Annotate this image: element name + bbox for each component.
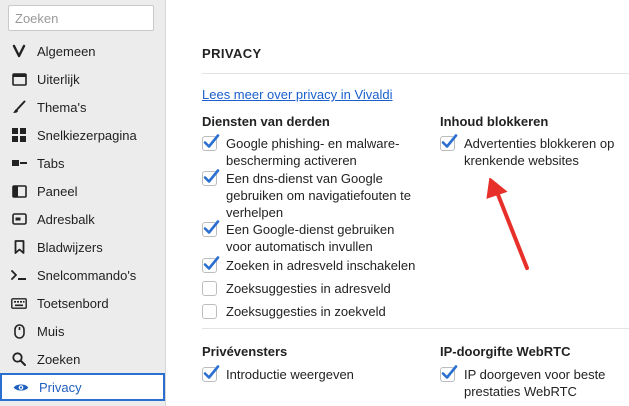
checkbox-unchecked[interactable] bbox=[202, 281, 217, 296]
option-webrtc-ip[interactable]: IP doorgeven voor beste prestaties WebRT… bbox=[440, 365, 625, 400]
sidebar-item-muis[interactable]: Muis bbox=[0, 317, 166, 345]
sidebar-item-toetsenbord[interactable]: Toetsenbord bbox=[0, 289, 166, 317]
sidebar-item-label: Adresbalk bbox=[37, 211, 95, 227]
brush-icon bbox=[11, 99, 27, 115]
sidebar-item-zoeken[interactable]: Zoeken bbox=[0, 345, 166, 373]
checkbox-checked[interactable] bbox=[440, 134, 458, 151]
option-addressbar-suggestions[interactable]: Zoeksuggesties in adresveld bbox=[202, 280, 442, 297]
webrtc-title: IP-doorgifte WebRTC bbox=[440, 344, 571, 359]
sidebar-item-themas[interactable]: Thema's bbox=[0, 93, 166, 121]
option-label: Advertenties blokkeren op krenkende webs… bbox=[464, 136, 615, 168]
option-label: Introductie weergeven bbox=[226, 367, 354, 382]
settings-search-input[interactable] bbox=[8, 5, 154, 31]
option-google-dns[interactable]: Een dns-dienst van Google gebruiken om n… bbox=[202, 169, 422, 221]
sidebar-item-snelcommandos[interactable]: Snelcommando's bbox=[0, 261, 166, 289]
keyboard-icon bbox=[11, 295, 27, 311]
divider bbox=[202, 328, 629, 329]
settings-content: PRIVACY Lees meer over privacy in Vivald… bbox=[167, 0, 629, 406]
annotation-arrow bbox=[486, 178, 529, 270]
sidebar-item-label: Paneel bbox=[37, 183, 78, 199]
option-label: Zoeksuggesties in zoekveld bbox=[226, 304, 386, 319]
settings-nav: Algemeen Uiterlijk Thema's Snelkiezerpag… bbox=[0, 37, 166, 401]
sidebar-item-paneel[interactable]: Paneel bbox=[0, 177, 166, 205]
window-icon bbox=[11, 71, 27, 87]
option-addressbar-search[interactable]: Zoeken in adresveld inschakelen bbox=[202, 256, 442, 274]
sidebar-item-label: Snelcommando's bbox=[37, 267, 137, 283]
third-party-services-title: Diensten van derden bbox=[202, 114, 330, 129]
sidebar-item-privacy[interactable]: Privacy bbox=[0, 373, 165, 401]
search-icon bbox=[11, 351, 27, 367]
page-title: PRIVACY bbox=[202, 46, 262, 61]
sidebar-item-algemeen[interactable]: Algemeen bbox=[0, 37, 166, 65]
checkbox-checked[interactable] bbox=[202, 134, 220, 151]
option-label: Zoeksuggesties in adresveld bbox=[226, 281, 391, 296]
eye-icon bbox=[13, 379, 29, 395]
option-block-ads[interactable]: Advertenties blokkeren op krenkende webs… bbox=[440, 134, 625, 169]
option-label: Een dns-dienst van Google gebruiken om n… bbox=[226, 171, 412, 220]
checkbox-checked[interactable] bbox=[202, 256, 220, 273]
option-show-introduction[interactable]: Introductie weergeven bbox=[202, 365, 422, 383]
sidebar-item-label: Zoeken bbox=[37, 351, 81, 367]
panel-icon bbox=[11, 183, 27, 199]
sidebar-item-label: Bladwijzers bbox=[37, 239, 103, 255]
divider bbox=[202, 73, 629, 74]
sidebar-item-label: Snelkiezerpagina bbox=[37, 127, 137, 143]
sidebar-item-label: Uiterlijk bbox=[37, 71, 80, 87]
sidebar-item-label: Muis bbox=[37, 323, 65, 339]
privacy-info-link[interactable]: Lees meer over privacy in Vivaldi bbox=[202, 87, 393, 102]
option-searchfield-suggestions[interactable]: Zoeksuggesties in zoekveld bbox=[202, 303, 442, 320]
sidebar-item-tabs[interactable]: Tabs bbox=[0, 149, 166, 177]
checkbox-checked[interactable] bbox=[202, 220, 220, 237]
option-label: Zoeken in adresveld inschakelen bbox=[226, 258, 416, 273]
sidebar-item-label: Privacy bbox=[39, 379, 82, 395]
sidebar-item-label: Algemeen bbox=[37, 43, 96, 59]
sidebar-item-adresbalk[interactable]: Adresbalk bbox=[0, 205, 166, 233]
option-google-autofill[interactable]: Een Google-dienst gebruiken voor automat… bbox=[202, 220, 417, 255]
addressbar-icon bbox=[11, 211, 27, 227]
content-blocking-title: Inhoud blokkeren bbox=[440, 114, 549, 129]
checkbox-unchecked[interactable] bbox=[202, 304, 217, 319]
checkbox-checked[interactable] bbox=[440, 365, 458, 382]
sidebar-item-label: Tabs bbox=[37, 155, 65, 171]
option-phishing-protection[interactable]: Google phishing- en malware-bescherming … bbox=[202, 134, 417, 169]
checkbox-checked[interactable] bbox=[202, 169, 220, 186]
sidebar-item-label: Thema's bbox=[37, 99, 87, 115]
settings-sidebar: Algemeen Uiterlijk Thema's Snelkiezerpag… bbox=[0, 0, 166, 406]
command-icon bbox=[11, 267, 27, 283]
sidebar-item-uiterlijk[interactable]: Uiterlijk bbox=[0, 65, 166, 93]
option-label: Google phishing- en malware-bescherming … bbox=[226, 136, 400, 168]
tabs-icon bbox=[11, 155, 27, 171]
sidebar-item-snelkiezerpagina[interactable]: Snelkiezerpagina bbox=[0, 121, 166, 149]
bookmark-icon bbox=[11, 239, 27, 255]
option-label: Een Google-dienst gebruiken voor automat… bbox=[226, 222, 395, 254]
vivaldi-v-icon bbox=[11, 43, 27, 59]
sidebar-item-bladwijzers[interactable]: Bladwijzers bbox=[0, 233, 166, 261]
mouse-icon bbox=[11, 323, 27, 339]
option-label: IP doorgeven voor beste prestaties WebRT… bbox=[464, 367, 606, 399]
sidebar-item-label: Toetsenbord bbox=[37, 295, 109, 311]
checkbox-checked[interactable] bbox=[202, 365, 220, 382]
private-windows-title: Privévensters bbox=[202, 344, 288, 359]
grid-icon bbox=[11, 127, 27, 143]
